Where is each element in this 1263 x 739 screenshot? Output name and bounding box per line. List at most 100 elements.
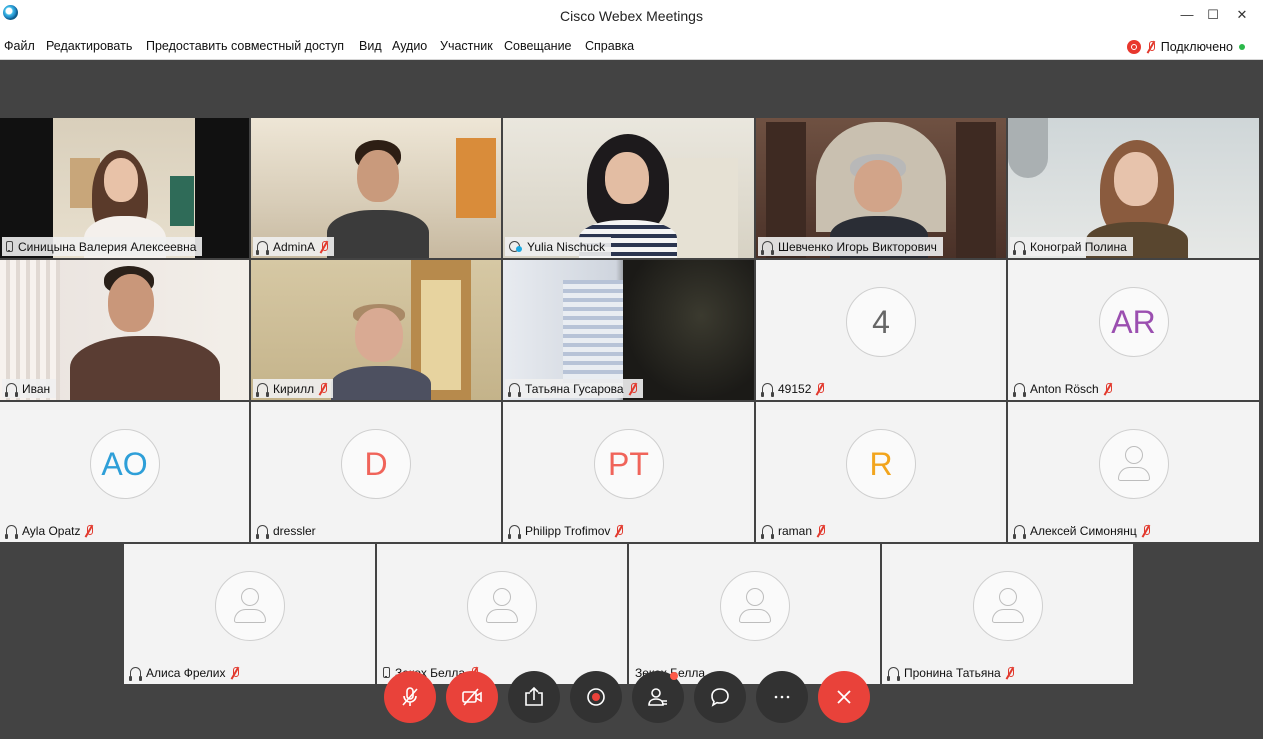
menu-edit[interactable]: Редактировать — [46, 39, 132, 53]
audio-icon — [508, 383, 521, 397]
participant-label: Иван — [2, 379, 57, 398]
participant-tile[interactable]: AO Ayla Opatz — [0, 402, 249, 542]
share-screen-button[interactable] — [508, 671, 560, 723]
minimize-button[interactable]: — — [1175, 4, 1199, 26]
participant-avatar: 4 — [846, 287, 916, 357]
top-strip — [0, 61, 1263, 118]
participant-label: Кирилл — [253, 379, 334, 398]
default-avatar-icon — [1098, 429, 1169, 499]
participant-tile[interactable]: PT Philipp Trofimov — [503, 402, 754, 542]
audio-icon — [761, 525, 774, 539]
mic-off-icon — [402, 687, 418, 706]
participant-label: Ayla Opatz — [2, 521, 100, 540]
participant-tile[interactable]: Синицына Валерия Алексеевна — [0, 118, 249, 258]
avatar-initials: PT — [608, 445, 649, 482]
more-options-button[interactable] — [756, 671, 808, 723]
participant-label: 49152 — [758, 379, 831, 398]
audio-icon — [761, 241, 774, 255]
mic-muted-icon — [1006, 666, 1014, 679]
participant-avatar: R — [846, 429, 916, 499]
audio-icon — [887, 667, 900, 681]
menu-file[interactable]: Файл — [4, 39, 35, 53]
participant-avatar: AO — [89, 429, 160, 499]
audio-icon — [508, 525, 521, 539]
avatar-initials: AR — [1111, 303, 1156, 340]
participants-button[interactable] — [632, 671, 684, 723]
audio-icon — [256, 525, 269, 539]
default-avatar-icon — [719, 571, 790, 641]
participant-tile[interactable]: D dressler — [251, 402, 501, 542]
menu-share[interactable]: Предоставить совместный доступ — [146, 39, 344, 53]
audio-icon — [256, 241, 269, 255]
menu-view[interactable]: Вид — [359, 39, 382, 53]
mic-muted-icon — [817, 524, 826, 537]
participant-tile[interactable]: Иван — [0, 260, 249, 400]
audio-icon — [129, 667, 142, 681]
participant-label: Татьяна Гусарова — [505, 379, 643, 398]
mic-muted-icon — [629, 382, 637, 395]
participant-label: dressler — [253, 521, 322, 540]
mic-muted-icon — [231, 666, 239, 679]
chat-icon — [711, 688, 729, 707]
participant-tile[interactable]: Алиса Фрелих — [124, 544, 375, 684]
mic-muted-icon — [1142, 524, 1150, 537]
participant-tile[interactable]: AdminA — [251, 118, 501, 258]
avatar-initials: R — [869, 445, 893, 482]
avatar-initials: 4 — [872, 303, 890, 340]
participant-label: Алексей Симонянц — [1010, 521, 1156, 540]
chat-button[interactable] — [694, 671, 746, 723]
participant-tile[interactable]: Зекох Белла — [377, 544, 627, 684]
audio-icon — [1013, 383, 1026, 397]
participant-avatar: D — [341, 429, 411, 499]
participant-tile[interactable]: Yulia Nischuck — [503, 118, 754, 258]
video-off-icon — [462, 688, 482, 706]
menu-participant[interactable]: Участник — [440, 39, 493, 53]
participant-label: Yulia Nischuck — [505, 237, 612, 256]
participant-avatar: AR — [1098, 287, 1169, 357]
participant-label: AdminA — [253, 237, 335, 256]
leave-meeting-button[interactable] — [818, 671, 870, 723]
participant-tile[interactable]: 4 49152 — [756, 260, 1006, 400]
connected-dot-icon — [1239, 44, 1245, 50]
participant-label: Philipp Trofimov — [505, 521, 630, 540]
meeting-controls — [384, 671, 870, 723]
audio-icon — [5, 525, 18, 539]
mic-muted-icon — [319, 382, 328, 395]
participant-tile[interactable]: R raman — [756, 402, 1006, 542]
participant-tile[interactable]: Пронина Татьяна — [882, 544, 1133, 684]
participant-tile[interactable]: AR Anton Rösch — [1008, 260, 1259, 400]
menu-help[interactable]: Справка — [585, 39, 634, 53]
mic-muted-icon — [615, 524, 624, 537]
close-window-button[interactable]: ✕ — [1230, 4, 1254, 26]
share-screen-icon — [525, 686, 543, 706]
menu-meeting[interactable]: Совещание — [504, 39, 572, 53]
mute-button[interactable] — [384, 671, 436, 723]
participant-tile[interactable]: Конограй Полина — [1008, 118, 1259, 258]
record-button[interactable] — [570, 671, 622, 723]
audio-icon — [5, 383, 18, 397]
video-button[interactable] — [446, 671, 498, 723]
audio-icon — [761, 383, 774, 397]
share-icon — [509, 241, 522, 252]
participant-avatar: PT — [593, 429, 664, 499]
default-avatar-icon — [467, 571, 537, 641]
participant-label: Anton Rösch — [1010, 379, 1118, 398]
participant-tile[interactable]: Татьяна Гусарова — [503, 260, 754, 400]
participant-tile[interactable]: Зекох Белла — [629, 544, 880, 684]
menu-audio[interactable]: Аудио — [392, 39, 427, 53]
notification-dot — [670, 672, 678, 680]
maximize-button[interactable]: ☐ — [1201, 4, 1225, 26]
avatar-initials: AO — [101, 445, 148, 482]
participant-tile[interactable]: Шевченко Игорь Викторович — [756, 118, 1006, 258]
connection-status-text: Подключено — [1160, 40, 1233, 54]
participant-label: Конограй Полина — [1010, 237, 1133, 256]
phone-icon — [6, 241, 13, 252]
mic-muted-icon — [1104, 382, 1112, 395]
participant-tile[interactable]: Алексей Симонянц — [1008, 402, 1259, 542]
audio-icon — [256, 383, 269, 397]
audio-icon — [1013, 241, 1026, 255]
record-icon — [587, 688, 605, 706]
participant-tile[interactable]: Кирилл — [251, 260, 501, 400]
menu-bar: Файл Редактировать Предоставить совместн… — [0, 33, 1263, 60]
avatar-initials: D — [364, 445, 388, 482]
